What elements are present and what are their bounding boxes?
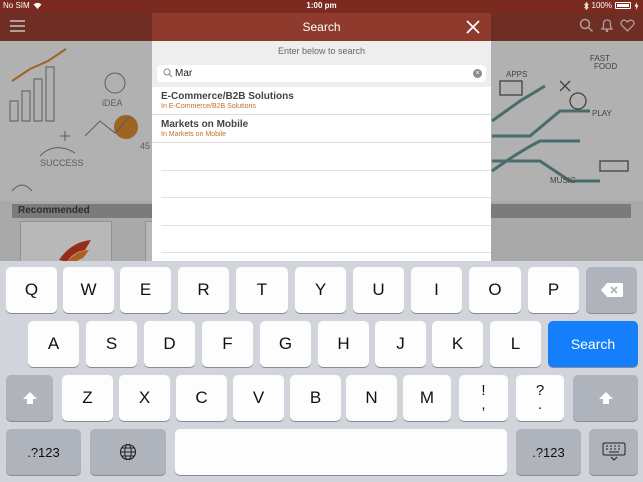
key-d[interactable]: D	[144, 321, 195, 367]
on-screen-keyboard: Q W E R T Y U I O P A S D F G H J K L Se…	[0, 261, 643, 482]
result-title: Markets on Mobile	[161, 119, 249, 130]
key-v[interactable]: V	[233, 375, 284, 421]
shift-key-left[interactable]	[6, 375, 53, 421]
search-icon	[163, 68, 173, 78]
search-key[interactable]: Search	[548, 321, 638, 367]
search-modal-header: Search	[152, 13, 491, 41]
charging-icon	[634, 1, 639, 10]
key-t[interactable]: T	[236, 267, 288, 313]
key-x[interactable]: X	[119, 375, 170, 421]
status-time: 1:00 pm	[306, 1, 337, 10]
key-main-char: ,	[481, 396, 486, 413]
shift-icon	[598, 392, 613, 404]
key-main-char: .	[537, 396, 543, 413]
backspace-icon	[600, 283, 623, 297]
numbers-key-right[interactable]: .?123	[516, 429, 581, 475]
key-z[interactable]: Z	[62, 375, 113, 421]
key-g[interactable]: G	[260, 321, 311, 367]
search-instruction: Enter below to search	[152, 41, 491, 63]
dismiss-keyboard-key[interactable]	[589, 429, 638, 475]
key-l[interactable]: L	[490, 321, 541, 367]
shift-key-right[interactable]	[573, 375, 638, 421]
keyboard-dismiss-icon	[602, 442, 625, 461]
space-key[interactable]	[175, 429, 507, 475]
result-category: In Markets on Mobile	[161, 131, 226, 138]
search-results: E-Commerce/B2B Solutions In E-Commerce/B…	[152, 87, 491, 253]
key-q[interactable]: Q	[6, 267, 57, 313]
key-a[interactable]: A	[28, 321, 79, 367]
result-title: E-Commerce/B2B Solutions	[161, 91, 294, 102]
key-u[interactable]: U	[353, 267, 404, 313]
key-s[interactable]: S	[86, 321, 137, 367]
result-category: In E-Commerce/B2B Solutions	[161, 103, 256, 110]
search-modal-title: Search	[302, 20, 341, 34]
key-m[interactable]: M	[403, 375, 451, 421]
key-w[interactable]: W	[63, 267, 114, 313]
close-icon[interactable]	[463, 17, 483, 37]
clear-text-icon[interactable]: ×	[473, 69, 482, 78]
status-bar: No SIM 1:00 pm 100%	[0, 0, 643, 13]
backspace-key[interactable]	[586, 267, 637, 313]
key-r[interactable]: R	[178, 267, 229, 313]
key-n[interactable]: N	[346, 375, 397, 421]
key-j[interactable]: J	[375, 321, 426, 367]
key-c[interactable]: C	[176, 375, 227, 421]
globe-icon	[119, 443, 137, 461]
key-p[interactable]: P	[528, 267, 579, 313]
key-y[interactable]: Y	[295, 267, 346, 313]
globe-key[interactable]	[90, 429, 166, 475]
key-k[interactable]: K	[432, 321, 483, 367]
search-result[interactable]: Markets on Mobile In Markets on Mobile	[152, 115, 491, 143]
battery-icon	[615, 2, 631, 9]
key-o[interactable]: O	[469, 267, 521, 313]
key-h[interactable]: H	[318, 321, 369, 367]
key-exclamation-comma[interactable]: ! ,	[459, 375, 508, 421]
empty-row	[161, 171, 491, 198]
empty-row	[161, 143, 491, 171]
empty-row	[161, 198, 491, 226]
shift-icon	[22, 392, 37, 404]
key-f[interactable]: F	[202, 321, 253, 367]
search-result[interactable]: E-Commerce/B2B Solutions In E-Commerce/B…	[152, 87, 491, 115]
battery-percent: 100%	[591, 1, 612, 10]
key-question-period[interactable]: ? .	[516, 375, 564, 421]
numbers-key-left[interactable]: .?123	[6, 429, 81, 475]
bluetooth-icon	[583, 1, 589, 10]
key-i[interactable]: I	[411, 267, 462, 313]
key-b[interactable]: B	[290, 375, 341, 421]
key-e[interactable]: E	[120, 267, 171, 313]
empty-row	[161, 226, 491, 253]
search-modal: Search Enter below to search × E-Commerc…	[152, 13, 491, 261]
search-input[interactable]	[175, 66, 455, 81]
search-field[interactable]: ×	[157, 65, 486, 82]
